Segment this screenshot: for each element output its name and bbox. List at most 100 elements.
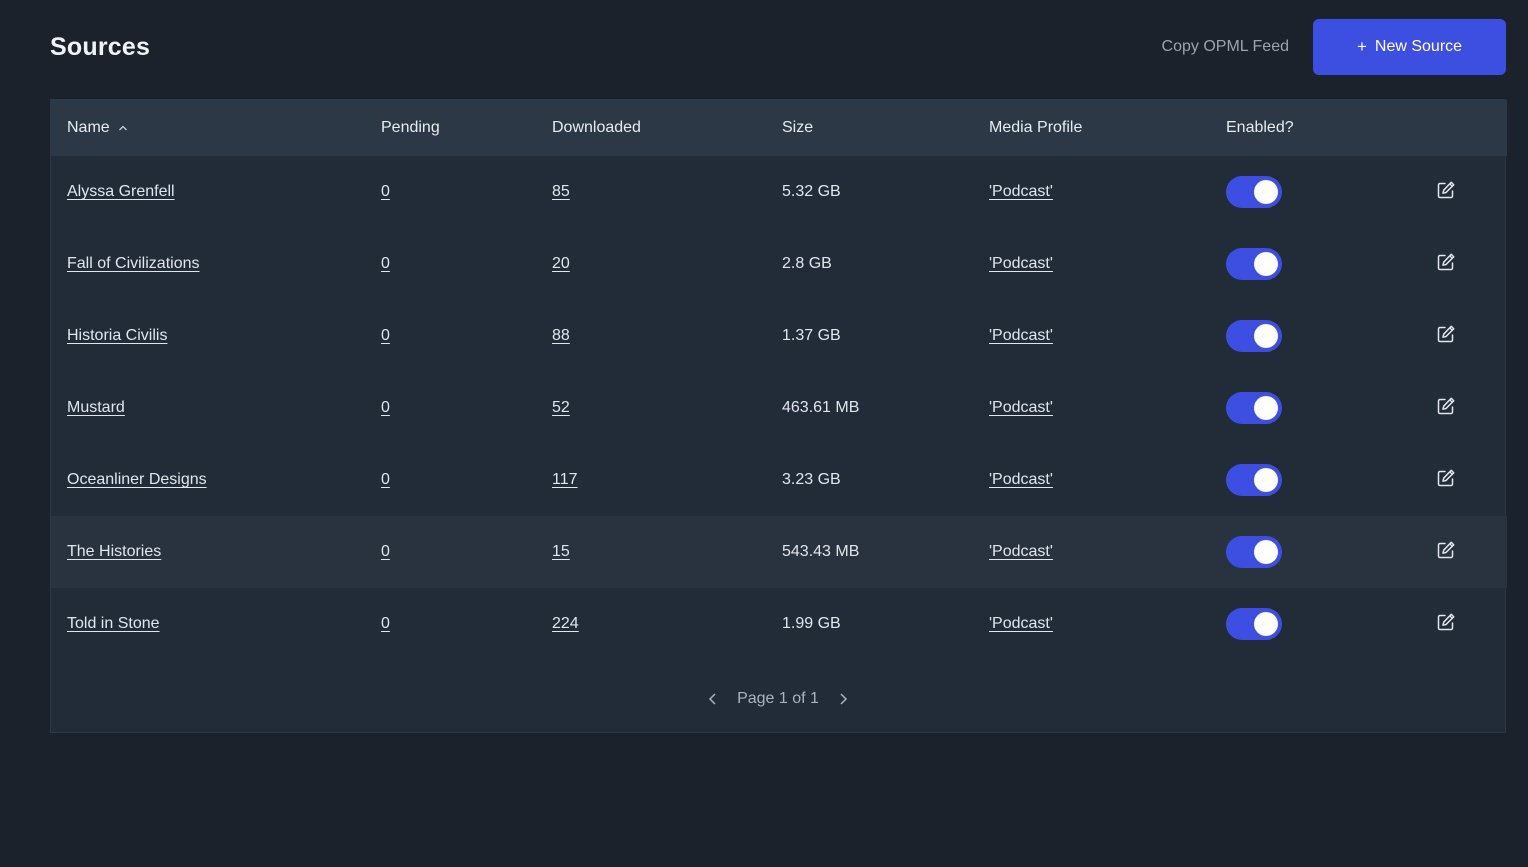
source-name-link[interactable]: Historia Civilis — [67, 327, 167, 344]
cell-pending: 0 — [365, 300, 536, 372]
cell-size: 5.32 GB — [782, 183, 841, 200]
media-profile-link[interactable]: 'Podcast' — [989, 399, 1053, 416]
cell-actions — [1420, 156, 1507, 228]
table-body: Alyssa Grenfell 0 85 5.32 GB 'Podcast' Fall o… — [51, 156, 1507, 660]
downloaded-count-link[interactable]: 85 — [552, 183, 570, 200]
media-profile-link[interactable]: 'Podcast' — [989, 327, 1053, 344]
table-row: Historia Civilis 0 88 1.37 GB 'Podcast' — [51, 300, 1507, 372]
header-actions: Copy OPML Feed + New Source — [1162, 19, 1506, 75]
cell-pending: 0 — [365, 156, 536, 228]
edit-icon[interactable] — [1436, 180, 1456, 200]
downloaded-count-link[interactable]: 117 — [552, 471, 578, 488]
enabled-toggle[interactable] — [1226, 392, 1282, 424]
cell-actions — [1420, 588, 1507, 660]
new-source-button[interactable]: + New Source — [1313, 19, 1506, 75]
chevron-right-icon[interactable] — [835, 691, 851, 707]
plus-icon: + — [1356, 37, 1367, 56]
table-row: Fall of Civilizations 0 20 2.8 GB 'Podcast' — [51, 228, 1507, 300]
chevron-up-icon — [119, 125, 128, 131]
column-header-downloaded[interactable]: Downloaded — [536, 100, 766, 156]
cell-media-profile: 'Podcast' — [973, 156, 1210, 228]
sources-page: Sources Copy OPML Feed + New Source Name — [0, 0, 1528, 867]
downloaded-count-link[interactable]: 224 — [552, 615, 579, 632]
source-name-link[interactable]: Alyssa Grenfell — [67, 183, 175, 200]
column-header-size[interactable]: Size — [766, 100, 973, 156]
cell-pending: 0 — [365, 588, 536, 660]
downloaded-count-link[interactable]: 52 — [552, 399, 570, 416]
cell-downloaded: 15 — [536, 516, 766, 588]
downloaded-count-link[interactable]: 20 — [552, 255, 570, 272]
cell-name: Oceanliner Designs — [51, 444, 365, 516]
edit-icon[interactable] — [1436, 324, 1456, 344]
media-profile-link[interactable]: 'Podcast' — [989, 615, 1053, 632]
cell-actions — [1420, 444, 1507, 516]
cell-size: 1.99 GB — [782, 615, 841, 632]
source-name-link[interactable]: Fall of Civilizations — [67, 255, 199, 272]
edit-icon[interactable] — [1436, 396, 1456, 416]
enabled-toggle[interactable] — [1226, 464, 1282, 496]
cell-enabled — [1210, 444, 1420, 516]
downloaded-count-link[interactable]: 88 — [552, 327, 570, 344]
pending-count-link[interactable]: 0 — [381, 399, 390, 416]
cell-size: 2.8 GB — [782, 255, 832, 272]
table-header-row: Name Pending Downloaded Size Media Profi… — [51, 100, 1507, 156]
cell-enabled — [1210, 156, 1420, 228]
enabled-toggle[interactable] — [1226, 608, 1282, 640]
cell-media-profile: 'Podcast' — [973, 516, 1210, 588]
pending-count-link[interactable]: 0 — [381, 471, 390, 488]
enabled-toggle[interactable] — [1226, 320, 1282, 352]
cell-enabled — [1210, 372, 1420, 444]
column-header-name[interactable]: Name — [51, 100, 365, 156]
cell-actions — [1420, 300, 1507, 372]
pending-count-link[interactable]: 0 — [381, 255, 390, 272]
pending-count-link[interactable]: 0 — [381, 183, 390, 200]
column-header-actions — [1420, 100, 1507, 156]
cell-downloaded: 117 — [536, 444, 766, 516]
cell-media-profile: 'Podcast' — [973, 228, 1210, 300]
pending-count-link[interactable]: 0 — [381, 543, 390, 560]
pending-count-link[interactable]: 0 — [381, 615, 390, 632]
source-name-link[interactable]: The Histories — [67, 543, 161, 560]
media-profile-link[interactable]: 'Podcast' — [989, 543, 1053, 560]
column-header-enabled[interactable]: Enabled? — [1210, 100, 1420, 156]
chevron-left-icon[interactable] — [705, 691, 721, 707]
table-row: Told in Stone 0 224 1.99 GB 'Podcast' — [51, 588, 1507, 660]
sources-table: Name Pending Downloaded Size Media Profi… — [51, 100, 1507, 660]
cell-actions — [1420, 372, 1507, 444]
cell-name: Mustard — [51, 372, 365, 444]
table-row: Mustard 0 52 463.61 MB 'Podcast' — [51, 372, 1507, 444]
edit-icon[interactable] — [1436, 612, 1456, 632]
edit-icon[interactable] — [1436, 468, 1456, 488]
edit-icon[interactable] — [1436, 540, 1456, 560]
column-header-media-profile[interactable]: Media Profile — [973, 100, 1210, 156]
cell-pending: 0 — [365, 444, 536, 516]
enabled-toggle[interactable] — [1226, 248, 1282, 280]
cell-size: 463.61 MB — [782, 399, 860, 416]
source-name-link[interactable]: Told in Stone — [67, 615, 160, 632]
cell-size: 3.23 GB — [782, 471, 841, 488]
enabled-toggle[interactable] — [1226, 536, 1282, 568]
edit-icon[interactable] — [1436, 252, 1456, 272]
cell-enabled — [1210, 516, 1420, 588]
cell-downloaded: 52 — [536, 372, 766, 444]
cell-media-profile: 'Podcast' — [973, 300, 1210, 372]
media-profile-link[interactable]: 'Podcast' — [989, 183, 1053, 200]
media-profile-link[interactable]: 'Podcast' — [989, 471, 1053, 488]
cell-downloaded: 20 — [536, 228, 766, 300]
cell-enabled — [1210, 228, 1420, 300]
cell-actions — [1420, 516, 1507, 588]
column-header-pending[interactable]: Pending — [365, 100, 536, 156]
source-name-link[interactable]: Oceanliner Designs — [67, 471, 207, 488]
enabled-toggle[interactable] — [1226, 176, 1282, 208]
media-profile-link[interactable]: 'Podcast' — [989, 255, 1053, 272]
copy-opml-feed-link[interactable]: Copy OPML Feed — [1162, 38, 1289, 56]
pending-count-link[interactable]: 0 — [381, 327, 390, 344]
cell-enabled — [1210, 300, 1420, 372]
toggle-knob — [1254, 612, 1278, 636]
sources-table-container: Name Pending Downloaded Size Media Profi… — [50, 99, 1507, 733]
source-name-link[interactable]: Mustard — [67, 399, 125, 416]
cell-name: Historia Civilis — [51, 300, 365, 372]
downloaded-count-link[interactable]: 15 — [552, 543, 570, 560]
cell-enabled — [1210, 588, 1420, 660]
toggle-knob — [1254, 468, 1278, 492]
